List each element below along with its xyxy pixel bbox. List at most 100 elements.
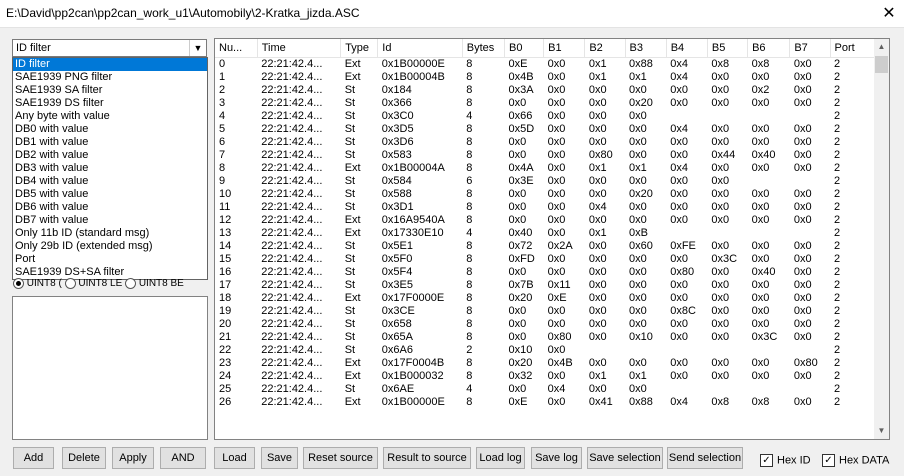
- cell-b5: 0x0: [711, 305, 730, 317]
- cell-b1: 0x0: [547, 71, 566, 83]
- radio-uint8-be[interactable]: [125, 278, 137, 289]
- cell-b0: 0x20: [508, 292, 533, 304]
- filter-option-sae1939-sa[interactable]: SAE1939 SA filter: [13, 84, 207, 97]
- filter-option-sae1939-ds[interactable]: SAE1939 DS filter: [13, 97, 207, 110]
- filter-option-11b[interactable]: Only 11b ID (standard msg): [13, 227, 207, 240]
- table-row[interactable]: 2 22:21:42.4... St 0x184 8 0x3A 0x0 0x0 0x0 0x0 0x…: [215, 84, 876, 97]
- cell-b1: 0x2A: [547, 240, 573, 252]
- filter-option-db3[interactable]: DB3 with value: [13, 162, 207, 175]
- result-to-source-button[interactable]: Result to source: [383, 447, 471, 469]
- save-selection-button[interactable]: Save selection: [587, 447, 663, 469]
- table-row[interactable]: 0 22:21:42.4... Ext 0x1B00000E 8 0xE 0x0 0x1 0x8…: [215, 58, 876, 72]
- cell-b4: 0xFE: [670, 240, 696, 252]
- col-header-b7[interactable]: B7: [789, 39, 831, 58]
- table-row[interactable]: 3 22:21:42.4... St 0x366 8 0x0 0x0 0x0 0x20 0x0 0x…: [215, 97, 876, 110]
- cell-number: 19: [219, 305, 232, 317]
- filter-option-sae1939-png[interactable]: SAE1939 PNG filter: [13, 71, 207, 84]
- scroll-up-icon[interactable]: ▲: [874, 39, 889, 55]
- radio-uint8-le[interactable]: [64, 278, 76, 289]
- col-header-b3[interactable]: B3: [625, 39, 667, 58]
- filter-option-db4[interactable]: DB4 with value: [13, 175, 207, 188]
- col-header-b1[interactable]: B1: [543, 39, 586, 58]
- and-filter-button[interactable]: AND: [160, 447, 206, 469]
- cell-bytes: 8: [466, 357, 473, 369]
- table-row[interactable]: 5 22:21:42.4... St 0x3D5 8 0x5D 0x0 0x0 0x0 0x4 0x…: [215, 123, 876, 136]
- filter-option-db2[interactable]: DB2 with value: [13, 149, 207, 162]
- save-log-button[interactable]: Save log: [531, 447, 582, 469]
- cell-b2: 0x0: [588, 357, 607, 369]
- reset-source-button[interactable]: Reset source: [303, 447, 378, 469]
- save-button[interactable]: Save: [261, 447, 298, 469]
- cell-time: 22:21:42.4...: [261, 84, 323, 96]
- filter-type-dropdown[interactable]: ID filter SAE1939 PNG filter SAE1939 SA …: [12, 57, 208, 280]
- col-header-type[interactable]: Type: [340, 39, 379, 58]
- cell-b2: 0x0: [588, 214, 607, 226]
- col-header-b0[interactable]: B0: [504, 39, 545, 58]
- scroll-down-icon[interactable]: ▼: [874, 423, 889, 439]
- chevron-down-icon[interactable]: ▼: [189, 40, 206, 56]
- table-row[interactable]: 23 22:21:42.4... Ext 0x17F0004B 8 0x20 0x4B 0x0…: [215, 357, 876, 370]
- table-row[interactable]: 14 22:21:42.4... St 0x5E1 8 0x72 0x2A 0x0 0x60 0x…: [215, 240, 876, 253]
- table-row[interactable]: 24 22:21:42.4... Ext 0x1B000032 8 0x32 0x0 0x1 0…: [215, 370, 876, 383]
- col-header-time[interactable]: Time: [257, 39, 342, 58]
- close-icon[interactable]: ✕: [874, 0, 904, 27]
- filter-option-db7[interactable]: DB7 with value: [13, 214, 207, 227]
- table-row[interactable]: 10 22:21:42.4... St 0x588 8 0x0 0x0 0x0 0x20 0x0 0…: [215, 188, 876, 201]
- load-button[interactable]: Load: [214, 447, 255, 469]
- check-icon[interactable]: ✓: [760, 454, 773, 467]
- col-header-number[interactable]: Nu...: [215, 39, 258, 58]
- can-message-grid[interactable]: Nu... Time Type Id Bytes B0 B1 B2 B3 B4 …: [214, 38, 890, 440]
- table-row[interactable]: 18 22:21:42.4... Ext 0x17F0000E 8 0x20 0xE 0x0 0…: [215, 292, 876, 305]
- cell-port: 2: [834, 331, 841, 343]
- table-row[interactable]: 1 22:21:42.4... Ext 0x1B00004B 8 0x4B 0x0 0x1 0x…: [215, 71, 876, 84]
- table-row[interactable]: 6 22:21:42.4... St 0x3D6 8 0x0 0x0 0x0 0x0 0x0 0x0…: [215, 136, 876, 149]
- cell-id: 0x5F4: [381, 266, 413, 278]
- filter-option-db6[interactable]: DB6 with value: [13, 201, 207, 214]
- table-row[interactable]: 20 22:21:42.4... St 0x658 8 0x0 0x0 0x0 0x0 0x0 0x…: [215, 318, 876, 331]
- table-row[interactable]: 21 22:21:42.4... St 0x65A 8 0x0 0x80 0x0 0x10 0x0…: [215, 331, 876, 344]
- col-header-port[interactable]: Port: [830, 39, 876, 58]
- table-row[interactable]: 25 22:21:42.4... St 0x6AE 4 0x0 0x4 0x0 0x0 2: [215, 383, 876, 396]
- table-row[interactable]: 12 22:21:42.4... Ext 0x16A9540A 8 0x0 0x0 0x0 0x…: [215, 214, 876, 227]
- filter-option-db0[interactable]: DB0 with value: [13, 123, 207, 136]
- send-selection-button[interactable]: Send selection: [667, 447, 743, 469]
- col-header-id[interactable]: Id: [377, 39, 463, 58]
- delete-filter-button[interactable]: Delete: [62, 447, 106, 469]
- col-header-b5[interactable]: B5: [707, 39, 749, 58]
- table-row[interactable]: 13 22:21:42.4... Ext 0x17330E10 4 0x40 0x0 0x1 0…: [215, 227, 876, 240]
- hex-id-checkbox[interactable]: ✓ Hex ID: [760, 454, 811, 467]
- table-row[interactable]: 26 22:21:42.4... Ext 0x1B00000E 8 0xE 0x0 0x41 0…: [215, 396, 876, 409]
- apply-filter-button[interactable]: Apply: [112, 447, 154, 469]
- col-header-b4[interactable]: B4: [666, 39, 708, 58]
- filter-option-db1[interactable]: DB1 with value: [13, 136, 207, 149]
- filter-option-any-byte[interactable]: Any byte with value: [13, 110, 207, 123]
- table-row[interactable]: 16 22:21:42.4... St 0x5F4 8 0x0 0x0 0x0 0x0 0x80 0…: [215, 266, 876, 279]
- table-row[interactable]: 15 22:21:42.4... St 0x5F0 8 0xFD 0x0 0x0 0x0 0x0 0…: [215, 253, 876, 266]
- table-row[interactable]: 11 22:21:42.4... St 0x3D1 8 0x0 0x0 0x4 0x0 0x0 0x…: [215, 201, 876, 214]
- filter-option-db5[interactable]: DB5 with value: [13, 188, 207, 201]
- table-row[interactable]: 8 22:21:42.4... Ext 0x1B00004A 8 0x4A 0x0 0x1 0x…: [215, 162, 876, 175]
- col-header-bytes[interactable]: Bytes: [462, 39, 506, 58]
- table-row[interactable]: 19 22:21:42.4... St 0x3CE 8 0x0 0x0 0x0 0x0 0x8C 0…: [215, 305, 876, 318]
- filter-option-id[interactable]: ID filter: [13, 58, 207, 71]
- table-row[interactable]: 17 22:21:42.4... St 0x3E5 8 0x7B 0x11 0x0 0x0 0x0…: [215, 279, 876, 292]
- table-row[interactable]: 7 22:21:42.4... St 0x583 8 0x0 0x0 0x80 0x0 0x0 0x…: [215, 149, 876, 162]
- filter-option-port[interactable]: Port: [13, 253, 207, 266]
- filter-list[interactable]: [12, 296, 208, 440]
- filter-option-29b[interactable]: Only 29b ID (extended msg): [13, 240, 207, 253]
- table-row[interactable]: 9 22:21:42.4... St 0x584 6 0x3E 0x0 0x0 0x0 0x0 0x…: [215, 175, 876, 188]
- hex-data-checkbox[interactable]: ✓ Hex DATA: [822, 454, 889, 467]
- radio-uint8[interactable]: [13, 278, 24, 289]
- cell-time: 22:21:42.4...: [261, 266, 323, 278]
- filter-type-select[interactable]: ID filter ▼: [12, 39, 207, 57]
- table-row[interactable]: 4 22:21:42.4... St 0x3C0 4 0x66 0x0 0x0 0x0 2: [215, 110, 876, 123]
- add-filter-button[interactable]: Add: [13, 447, 54, 469]
- load-log-button[interactable]: Load log: [476, 447, 525, 469]
- col-header-b2[interactable]: B2: [584, 39, 626, 58]
- scroll-thumb[interactable]: [875, 56, 888, 73]
- table-row[interactable]: 22 22:21:42.4... St 0x6A6 2 0x10 0x0 2: [215, 344, 876, 357]
- cell-b6: [748, 344, 790, 357]
- check-icon[interactable]: ✓: [822, 454, 835, 467]
- grid-vertical-scrollbar[interactable]: ▲ ▼: [874, 39, 889, 439]
- col-header-b6[interactable]: B6: [747, 39, 791, 58]
